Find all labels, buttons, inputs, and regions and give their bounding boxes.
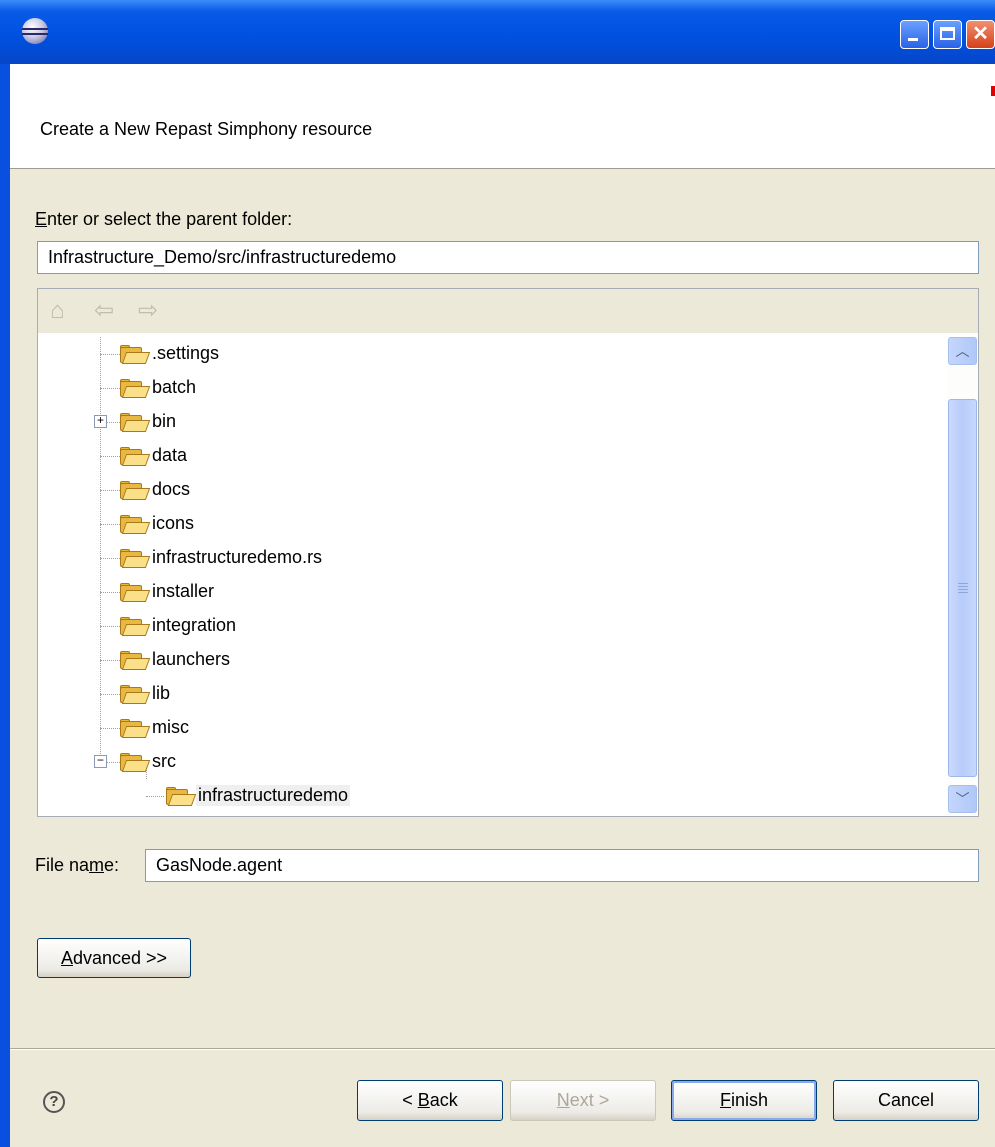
minimize-button[interactable]: [900, 20, 929, 49]
wizard-header: Create a New Repast Simphony resource: [10, 64, 995, 169]
tree-item-label: misc: [152, 717, 189, 737]
tree-item[interactable]: integration: [38, 609, 948, 643]
next-button[interactable]: Next >: [510, 1080, 656, 1121]
tree-item[interactable]: − src: [38, 745, 948, 779]
tree-item[interactable]: launchers: [38, 643, 948, 677]
folder-tree[interactable]: .settings batch + bin data docs icons in…: [38, 337, 948, 817]
eclipse-app-icon: [22, 18, 48, 44]
scroll-thumb[interactable]: [948, 399, 977, 777]
help-icon[interactable]: ?: [43, 1091, 65, 1113]
tree-item-label: infrastructuredemo: [196, 785, 351, 806]
folder-icon: [118, 447, 151, 467]
tree-item-selected[interactable]: infrastructuredemo: [38, 779, 948, 813]
close-icon: ✕: [972, 23, 989, 45]
folder-icon: [118, 617, 151, 637]
tree-item-label: icons: [152, 513, 195, 533]
tree-item[interactable]: lib: [38, 677, 948, 711]
parent-folder-label-text: nter or select the parent folder:: [47, 209, 293, 229]
folder-icon: [118, 685, 151, 705]
folder-icon: [118, 651, 151, 671]
tree-item-label: integration: [152, 615, 237, 635]
folder-icon: [118, 719, 151, 739]
tree-item[interactable]: icons: [38, 507, 948, 541]
folder-icon: [118, 515, 151, 535]
folder-icon: [118, 379, 151, 399]
advanced-button[interactable]: Advanced >>: [37, 938, 191, 978]
cancel-button[interactable]: Cancel: [833, 1080, 979, 1121]
title-bar: ✕: [0, 0, 995, 64]
collapse-toggle[interactable]: −: [94, 755, 107, 768]
tree-vertical-scrollbar[interactable]: ︿ ﹀: [947, 337, 978, 815]
tree-item-label: src: [152, 751, 176, 771]
file-name-label: File name:: [35, 855, 120, 875]
tree-item[interactable]: batch: [38, 371, 948, 405]
folder-icon: [118, 413, 151, 433]
tree-item-label: docs: [152, 479, 191, 499]
tree-item[interactable]: docs: [38, 473, 948, 507]
scroll-down-button[interactable]: ﹀: [948, 785, 977, 813]
forward-arrow-icon[interactable]: ⇨: [138, 299, 158, 323]
tree-item[interactable]: .settings: [38, 337, 948, 371]
folder-tree-panel: ⌂ ⇦ ⇨ .settings batch + bin data docs ic…: [37, 288, 979, 817]
folder-icon: [118, 481, 151, 501]
banner-marker: [991, 86, 995, 96]
expand-toggle[interactable]: +: [94, 415, 107, 428]
tree-item[interactable]: + bin: [38, 405, 948, 439]
folder-icon: [164, 787, 197, 807]
folder-icon: [118, 345, 151, 365]
home-icon[interactable]: ⌂: [50, 299, 65, 323]
tree-item[interactable]: infrastructuredemo.rs: [38, 541, 948, 575]
chevron-down-icon: ﹀: [955, 791, 970, 807]
file-name-input[interactable]: GasNode.agent: [145, 849, 979, 882]
tree-item-label: installer: [152, 581, 215, 601]
folder-icon: [118, 583, 151, 603]
tree-navigation-bar: ⌂ ⇦ ⇨: [38, 289, 978, 333]
tree-item-label: .settings: [152, 343, 220, 363]
chevron-up-icon: ︿: [955, 343, 970, 359]
tree-item-label: lib: [152, 683, 171, 703]
tree-item-label: batch: [152, 377, 197, 397]
scroll-up-button[interactable]: ︿: [948, 337, 977, 365]
tree-item-label: infrastructuredemo.rs: [152, 547, 323, 567]
maximize-button[interactable]: [933, 20, 962, 49]
close-button[interactable]: ✕: [966, 20, 995, 49]
tree-connector: [146, 796, 164, 797]
back-arrow-icon[interactable]: ⇦: [94, 299, 114, 323]
finish-button[interactable]: Finish: [671, 1080, 817, 1121]
tree-item-label: launchers: [152, 649, 231, 669]
parent-folder-input[interactable]: Infrastructure_Demo/src/infrastructurede…: [37, 241, 979, 274]
parent-folder-mnemonic: E: [35, 209, 48, 229]
tree-item[interactable]: misc: [38, 711, 948, 745]
back-button[interactable]: < Back: [357, 1080, 503, 1121]
window-frame-edge: [0, 64, 10, 1147]
button-bar-separator: [10, 1048, 995, 1050]
tree-item-label: bin: [152, 411, 177, 431]
parent-folder-label: Enter or select the parent folder:: [35, 209, 292, 230]
folder-icon: [118, 753, 151, 773]
folder-icon: [118, 549, 151, 569]
tree-item[interactable]: data: [38, 439, 948, 473]
wizard-title: Create a New Repast Simphony resource: [40, 119, 373, 139]
tree-item-label: data: [152, 445, 188, 465]
tree-item[interactable]: installer: [38, 575, 948, 609]
